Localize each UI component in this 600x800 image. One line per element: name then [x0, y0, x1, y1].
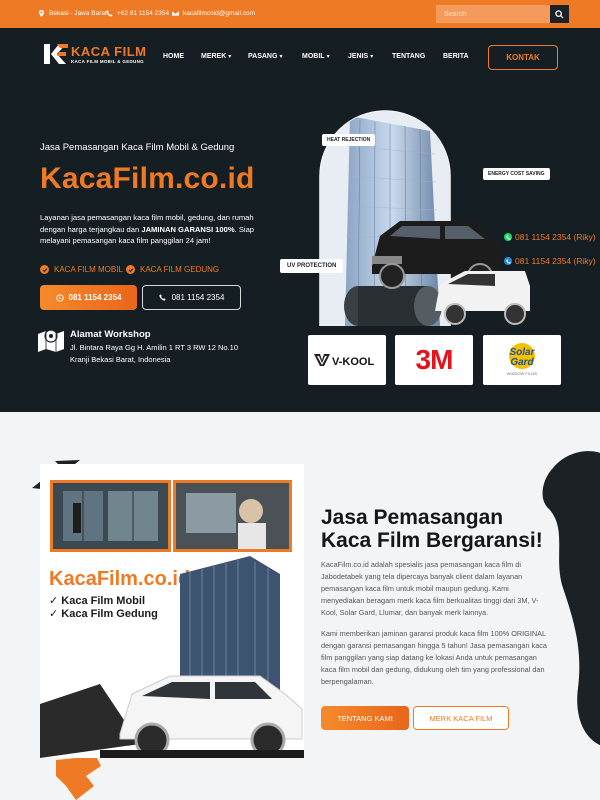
nav-label: MOBIL [302, 53, 325, 60]
promo-illustration [40, 556, 304, 758]
hero-section: KACA FILM KACA FILM MOBIL & GEDUNG HOME … [0, 28, 600, 412]
vkool-logo-icon: V-KOOL [314, 354, 374, 368]
contact-button[interactable]: KONTAK [488, 45, 558, 70]
nav-tentang[interactable]: TENTANG [392, 53, 425, 60]
check-circle-icon [40, 265, 49, 274]
search-input[interactable] [436, 5, 550, 23]
brand-vkool[interactable]: V-KOOL [308, 335, 386, 385]
logo-mark-icon [44, 44, 68, 64]
location-text: Bekasi - Jawa Barat [49, 10, 107, 17]
phone-badge-label: 081 1154 2354 (Riky) [515, 256, 596, 266]
nav-label: BERITA [443, 53, 469, 60]
nav-label: PASANG [248, 53, 278, 60]
nav-label: MEREK [201, 53, 227, 60]
top-bar: Bekasi - Jawa Barat +62 81 1154 2354 kac… [0, 0, 600, 28]
promo-image: KacaFilm.co.id ✓ Kaca Film Mobil ✓ Kaca … [40, 464, 304, 758]
email-info[interactable]: kacafilmcoid@gmail.com [172, 10, 255, 17]
brand-3m[interactable]: 3M [395, 335, 473, 385]
chevron-down-icon: ▾ [370, 54, 374, 60]
nav-merek[interactable]: MEREK ▾ [201, 53, 231, 60]
brand-text: 3M [415, 344, 454, 375]
check-label: KACA FILM MOBIL [54, 265, 123, 274]
phone-icon [106, 10, 113, 17]
whatsapp-icon [504, 233, 512, 241]
address-text: Jl. Bintara Raya Gg H. Amilin 1 RT 3 RW … [70, 343, 238, 364]
whatsapp-label: 081 1154 2354 [68, 293, 122, 302]
solargard-logo-icon: Solar Gard WINDOW FILMS [507, 343, 538, 376]
nav-label: TENTANG [392, 53, 426, 60]
nav-label: HOME [163, 53, 184, 60]
email-text: kacafilmcoid@gmail.com [183, 10, 255, 17]
chevron-down-icon: ▾ [279, 54, 283, 60]
brand-text: V-KOOL [332, 356, 374, 368]
section-title: Jasa Pemasangan Kaca Film Bergaransi! [321, 506, 561, 552]
chevron-down-icon: ▾ [326, 54, 330, 60]
car-tint-photo [173, 480, 292, 552]
brand-solargard[interactable]: Solar Gard WINDOW FILMS [483, 335, 561, 385]
window-install-photo [50, 480, 171, 552]
phone-text: +62 81 1154 2354 [117, 10, 170, 17]
check-label: KACA FILM GEDUNG [140, 265, 220, 274]
phone-badge-label: 081 1154 2354 (Riky) [515, 232, 596, 242]
map-icon [38, 329, 64, 352]
check-circle-icon [126, 265, 135, 274]
section-paragraph: Kami memberikan jaminan garansi produk k… [321, 629, 547, 686]
nav-label: JENIS [348, 53, 369, 60]
whatsapp-icon [55, 293, 64, 302]
tag-heat-rejection: HEAT REJECTION [322, 134, 376, 146]
nav-home[interactable]: HOME [163, 53, 184, 60]
title-line: Kaca Film Bergaransi! [321, 529, 543, 552]
tag-uv-protection: UV PROTECTION [280, 259, 344, 273]
check-mobil: KACA FILM MOBIL [40, 265, 123, 274]
orange-brush-decor [56, 756, 101, 800]
hero-tagline: Jasa Pemasangan Kaca Film Mobil & Gedung [40, 142, 235, 153]
hero-description: Layanan jasa pemasangan kaca film mobil,… [40, 212, 280, 247]
hero-title: KacaFilm.co.id [40, 162, 255, 195]
envelope-icon [172, 11, 179, 16]
logo-title: KACA FILM [71, 44, 147, 59]
nav-berita[interactable]: BERITA [443, 53, 469, 60]
logo-subtitle: KACA FILM MOBIL & GEDUNG [71, 59, 144, 64]
tag-energy-saving: ENERGY COST SAVING [483, 168, 550, 180]
nav-pasang[interactable]: PASANG ▾ [248, 53, 282, 60]
nav-mobil[interactable]: MOBIL ▾ [302, 53, 330, 60]
call-label: 081 1154 2354 [171, 293, 225, 302]
call-button[interactable]: 081 1154 2354 [142, 285, 241, 310]
nav-jenis[interactable]: JENIS ▾ [348, 53, 373, 60]
phone-badge-call[interactable]: 081 1154 2354 (Riky) [500, 253, 596, 269]
title-line: Jasa Pemasangan [321, 506, 504, 529]
chevron-down-icon: ▾ [228, 54, 232, 60]
about-button[interactable]: TENTANG KAMI [321, 706, 409, 730]
search-icon [555, 9, 564, 19]
map-pin-icon [39, 10, 44, 17]
svg-text:Gard: Gard [510, 357, 534, 368]
phone-icon [158, 294, 166, 301]
brand-button[interactable]: MERK KACA FILM [413, 706, 509, 730]
section-paragraph: KacaFilm.co.id adalah spesialis jasa pem… [321, 560, 539, 617]
phone-info[interactable]: +62 81 1154 2354 [106, 10, 169, 17]
desc-bold: JAMINAN GARANSI 100% [141, 224, 235, 234]
phone-badge-whatsapp[interactable]: 081 1154 2354 (Riky) [500, 229, 596, 245]
address-title: Alamat Workshop [70, 329, 151, 340]
search-button[interactable] [550, 5, 569, 23]
site-logo[interactable]: KACA FILM KACA FILM MOBIL & GEDUNG [44, 44, 147, 64]
whatsapp-button[interactable]: 081 1154 2354 [40, 285, 137, 310]
check-gedung: KACA FILM GEDUNG [126, 265, 219, 274]
location-info: Bekasi - Jawa Barat [38, 10, 107, 17]
brand-sub-text: WINDOW FILMS [507, 371, 538, 376]
phone-icon [504, 257, 512, 265]
